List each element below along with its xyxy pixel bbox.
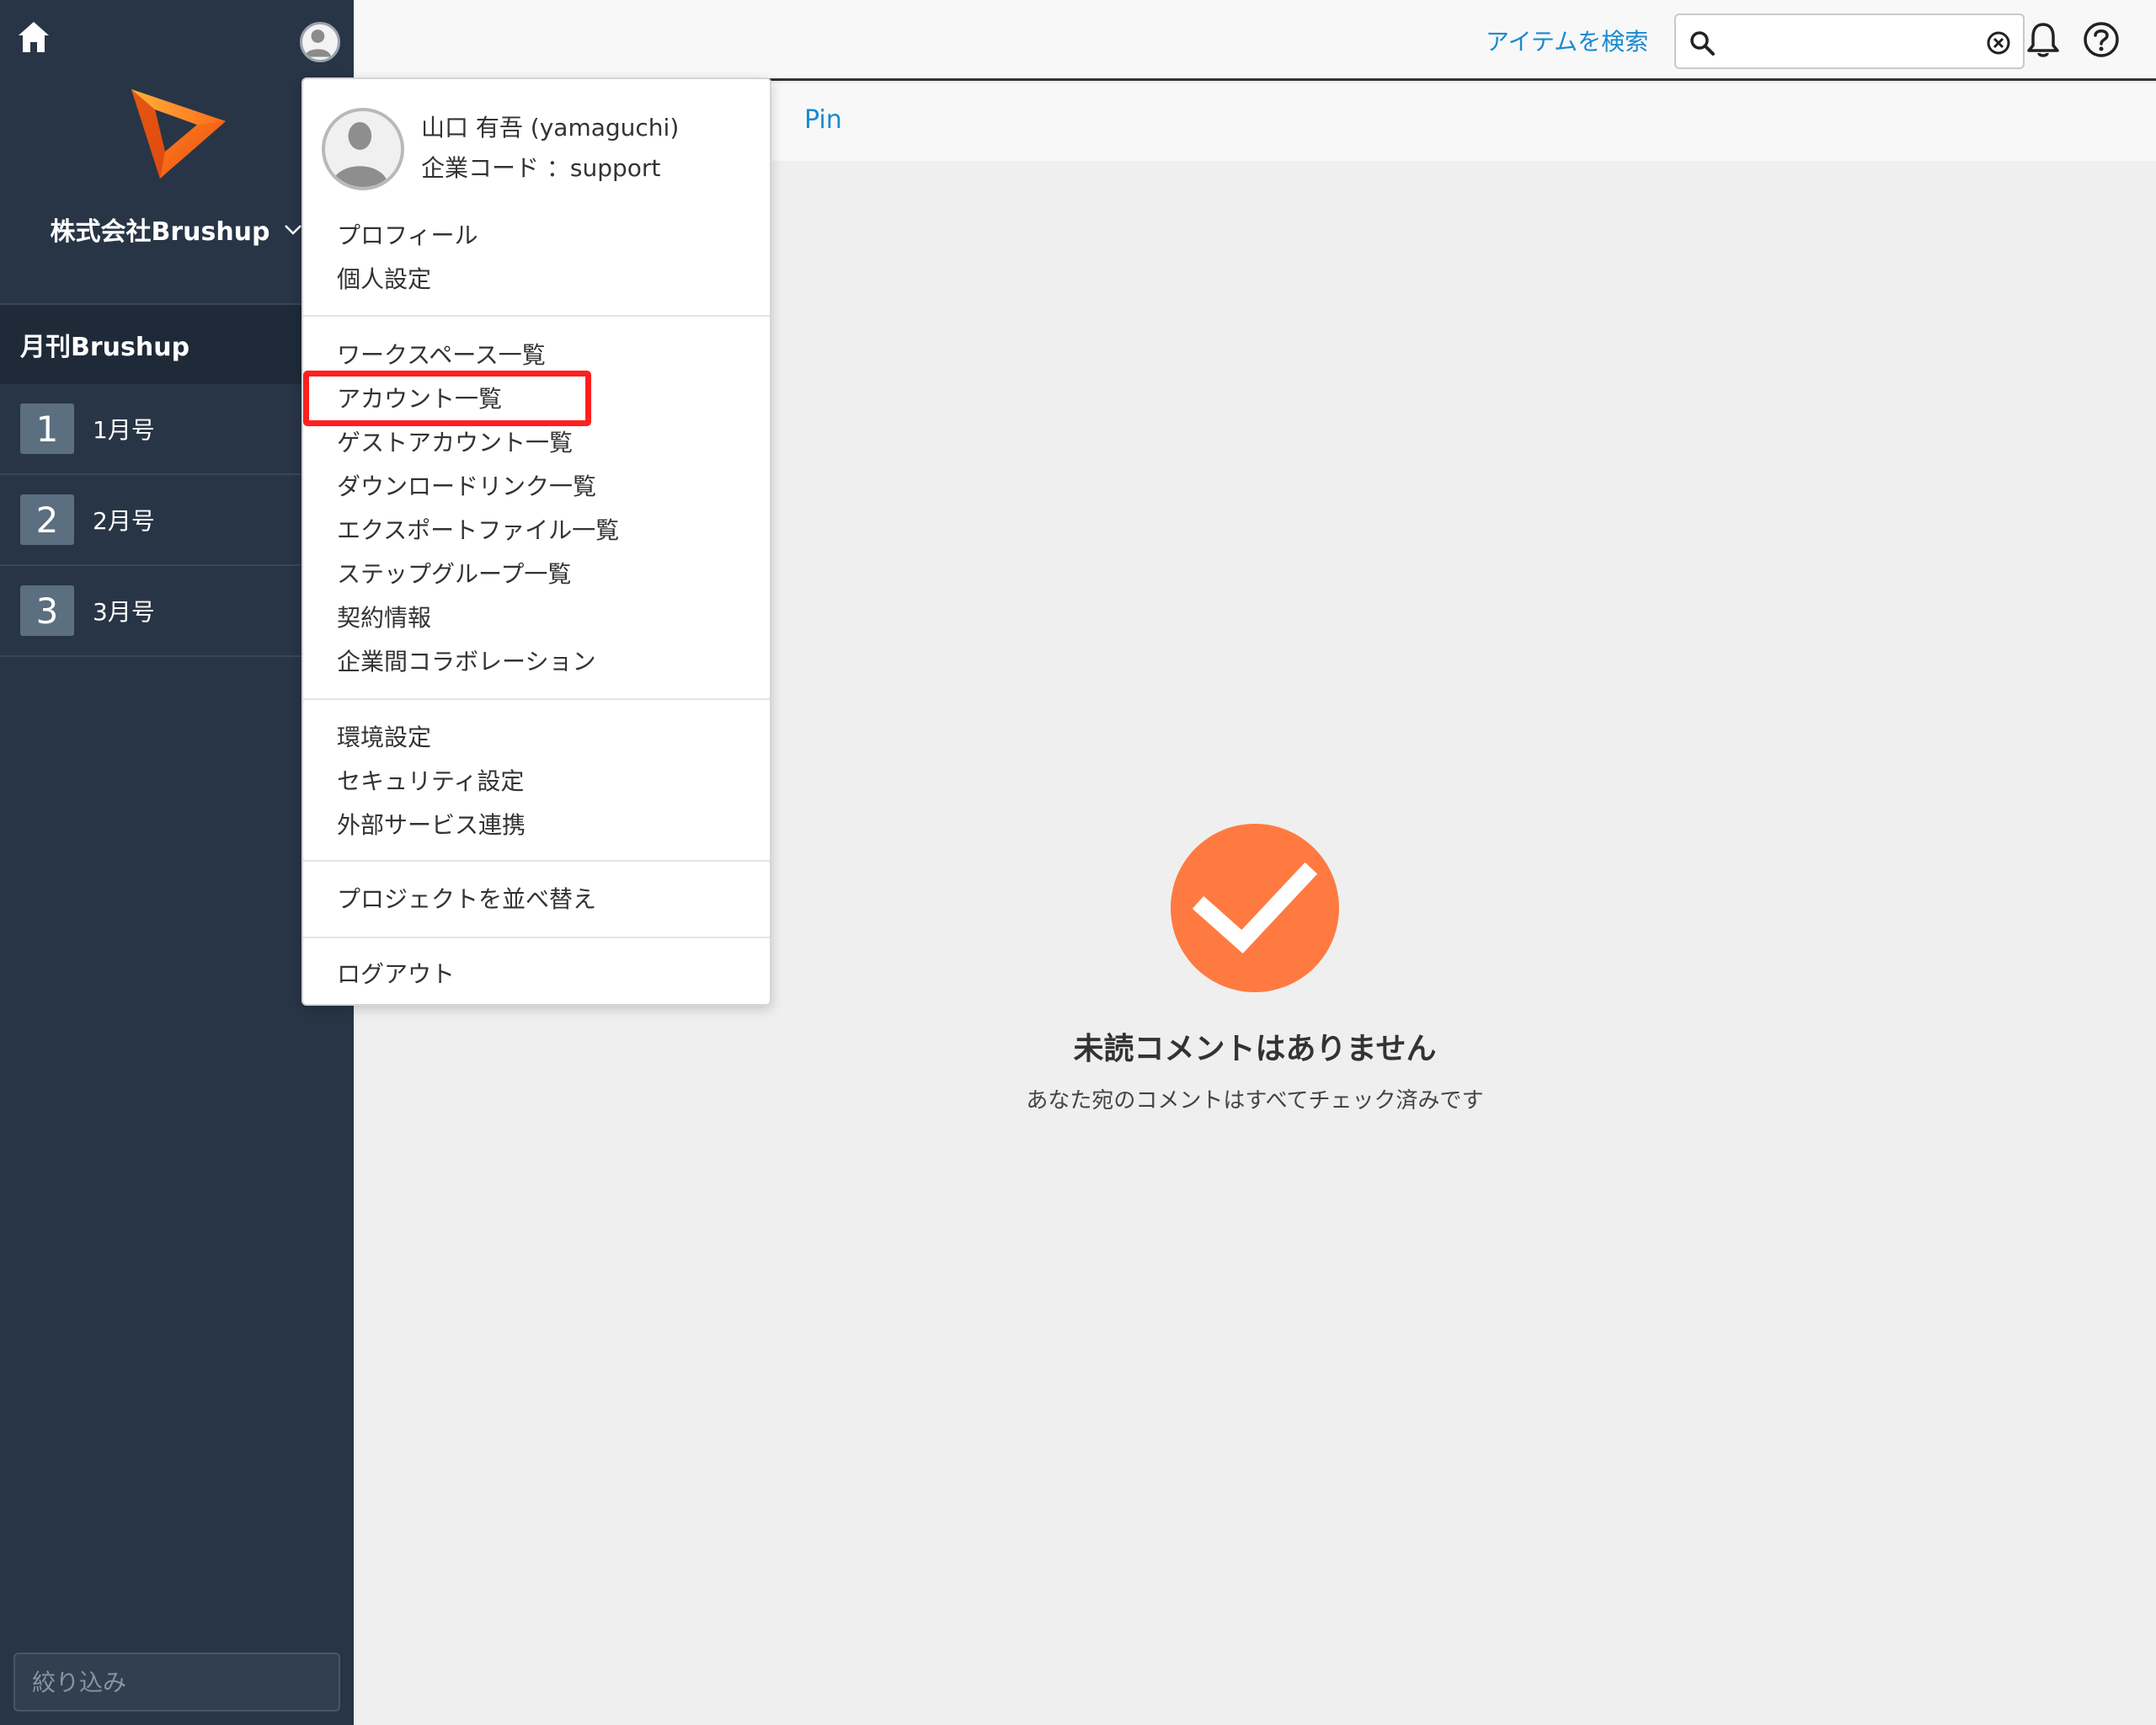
menu-item-environment-settings[interactable]: 環境設定 [303, 716, 770, 760]
user-avatar-button[interactable] [300, 22, 340, 62]
issue-item[interactable]: 1 1月号 [0, 384, 354, 475]
menu-item-external-services[interactable]: 外部サービス連携 [303, 804, 770, 847]
company-code: 企業コード ：support [421, 154, 661, 182]
checkmark-icon [1192, 862, 1318, 953]
menu-item-inter-company-collab[interactable]: 企業間コラボレーション [303, 640, 770, 684]
bell-icon[interactable] [2025, 20, 2062, 59]
user-silhouette-icon [304, 29, 332, 57]
chevron-down-icon [284, 225, 302, 235]
issue-item[interactable]: 3 3月号 [0, 566, 354, 657]
search-input[interactable] [1726, 24, 1971, 61]
home-icon[interactable] [15, 19, 52, 56]
filter-input[interactable] [13, 1653, 340, 1712]
user-avatar [322, 108, 404, 190]
help-icon[interactable] [2082, 20, 2121, 59]
issue-list: 1 1月号 2 2月号 3 3月号 [0, 384, 354, 657]
menu-item-logout[interactable]: ログアウト [303, 953, 770, 996]
issue-number: 1 [20, 403, 74, 454]
issue-label: 2月号 [93, 507, 155, 535]
issue-label: 1月号 [93, 416, 155, 444]
menu-divider [303, 860, 770, 862]
user-menu-dropdown: 山口 有吾 (yamaguchi) 企業コード ：support プロフィール … [302, 77, 771, 1006]
menu-item-workspaces[interactable]: ワークスペース一覧 [303, 334, 770, 377]
company-name: 株式会社Brushup [50, 217, 270, 247]
menu-section-logout: ログアウト [303, 953, 770, 996]
empty-state-subtitle: あなた宛のコメントはすべてチェック済みです [1026, 1088, 1484, 1114]
menu-item-accounts[interactable]: アカウント一覧 [303, 377, 770, 421]
item-search-link[interactable]: アイテムを検索 [1486, 24, 1648, 57]
menu-item-security-settings[interactable]: セキュリティ設定 [303, 760, 770, 804]
user-silhouette-icon [331, 121, 389, 187]
menu-item-download-links[interactable]: ダウンロードリンク一覧 [303, 465, 770, 509]
check-circle-icon [1171, 824, 1339, 992]
project-name: 月刊Brushup [20, 333, 190, 362]
menu-item-export-files[interactable]: エクスポートファイル一覧 [303, 509, 770, 553]
menu-item-personal-settings[interactable]: 個人設定 [303, 258, 770, 302]
menu-section-personal: プロフィール 個人設定 [303, 214, 770, 302]
menu-section-settings: 環境設定 セキュリティ設定 外部サービス連携 [303, 716, 770, 847]
empty-state-title: 未読コメントはありません [1073, 1032, 1437, 1066]
menu-item-profile[interactable]: プロフィール [303, 214, 770, 258]
menu-item-sort-projects[interactable]: プロジェクトを並べ替え [303, 878, 770, 921]
menu-divider [303, 698, 770, 700]
menu-item-step-groups[interactable]: ステップグループ一覧 [303, 553, 770, 596]
menu-section-projects: プロジェクトを並べ替え [303, 878, 770, 921]
company-switcher[interactable]: 株式会社Brushup [0, 211, 354, 248]
menu-item-contract-info[interactable]: 契約情報 [303, 596, 770, 640]
top-bar: アイテムを検索 [354, 0, 2156, 81]
user-name: 山口 有吾 (yamaguchi) [421, 114, 680, 142]
menu-divider [303, 315, 770, 317]
menu-item-guest-accounts[interactable]: ゲストアカウント一覧 [303, 421, 770, 465]
project-header[interactable]: 月刊Brushup [0, 303, 354, 384]
tab-pin[interactable]: Pin [804, 105, 842, 135]
search-box [1674, 13, 2025, 69]
menu-divider [303, 937, 770, 938]
issue-number: 3 [20, 585, 74, 636]
menu-section-admin: ワークスペース一覧 アカウント一覧 ゲストアカウント一覧 ダウンロードリンク一覧… [303, 334, 770, 684]
search-icon [1690, 31, 1715, 56]
brushup-logo [131, 89, 226, 179]
issue-label: 3月号 [93, 598, 155, 626]
clear-icon[interactable] [1986, 30, 2011, 56]
sidebar: 株式会社Brushup 月刊Brushup 1 1月号 2 2月号 3 3月号 [0, 0, 354, 1725]
issue-number: 2 [20, 494, 74, 545]
issue-item[interactable]: 2 2月号 [0, 475, 354, 566]
